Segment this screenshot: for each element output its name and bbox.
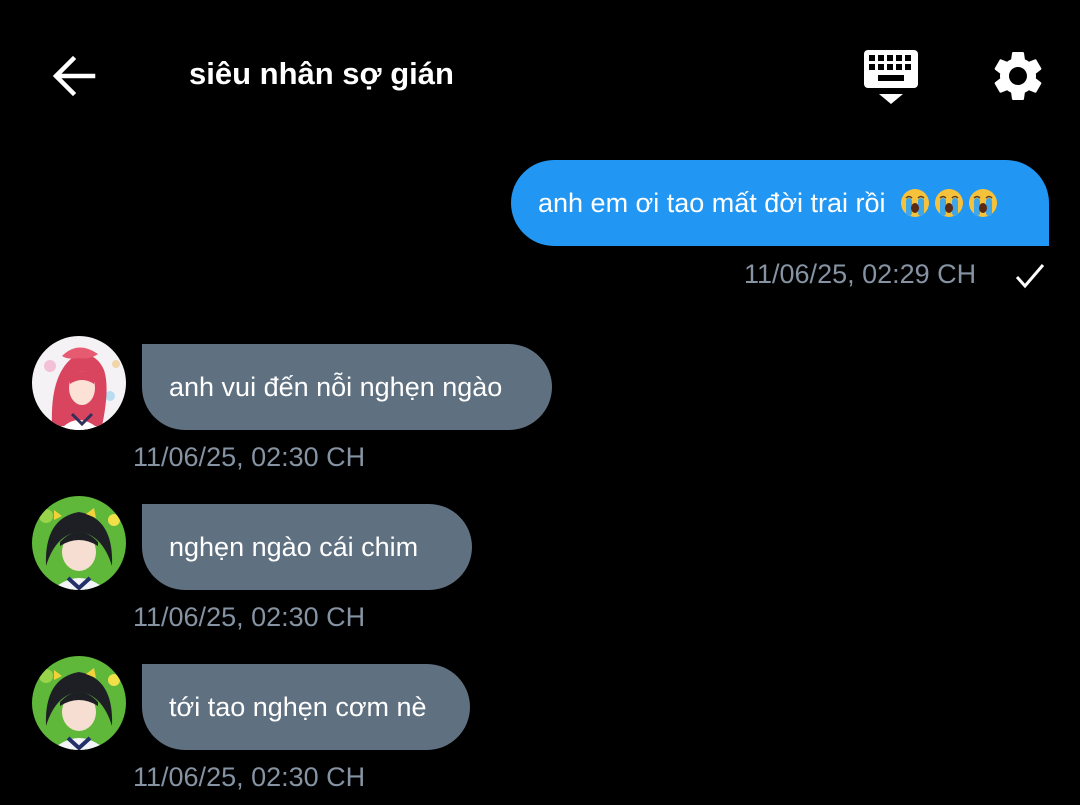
loudly-crying-face-icon [934, 189, 963, 217]
avatar[interactable] [32, 336, 126, 430]
emoji-group [896, 188, 998, 218]
black-hair-avatar [32, 496, 126, 590]
message-text: tới tao nghẹn cơm nè [169, 691, 427, 722]
avatar[interactable] [32, 656, 126, 750]
keyboard-hide-icon [864, 50, 918, 104]
message-timestamp: 11/06/25, 02:30 CH [133, 442, 366, 472]
checkmark-icon [1015, 264, 1045, 289]
settings-button[interactable] [988, 46, 1048, 106]
message-text: anh vui đến nỗi nghẹn ngào [169, 371, 503, 402]
arrow-left-icon [52, 55, 96, 97]
chat-header: siêu nhân sợ gián [0, 0, 1080, 150]
pink-hair-avatar [32, 336, 126, 430]
sent-message-bubble[interactable]: anh em ơi tao mất đời trai rồi [511, 160, 1049, 246]
message-timestamp: 11/06/25, 02:30 CH [133, 762, 366, 792]
message-timestamp: 11/06/25, 02:29 CH [744, 259, 977, 289]
message-text: nghẹn ngào cái chim [169, 531, 419, 562]
loudly-crying-face-icon [968, 189, 997, 217]
received-message-bubble[interactable]: anh vui đến nỗi nghẹn ngào [142, 344, 552, 430]
chat-title: siêu nhân sợ gián [189, 56, 454, 91]
message-timestamp: 11/06/25, 02:30 CH [133, 602, 366, 632]
received-message-bubble[interactable]: nghẹn ngào cái chim [142, 504, 472, 590]
loudly-crying-face-icon [900, 189, 929, 217]
received-message-bubble[interactable]: tới tao nghẹn cơm nè [142, 664, 470, 750]
black-hair-avatar [32, 656, 126, 750]
back-button[interactable] [48, 50, 100, 102]
avatar[interactable] [32, 496, 126, 590]
gear-icon [994, 52, 1042, 100]
message-text: anh em ơi tao mất đời trai rồi [538, 187, 886, 218]
keyboard-hide-button[interactable] [860, 48, 922, 108]
